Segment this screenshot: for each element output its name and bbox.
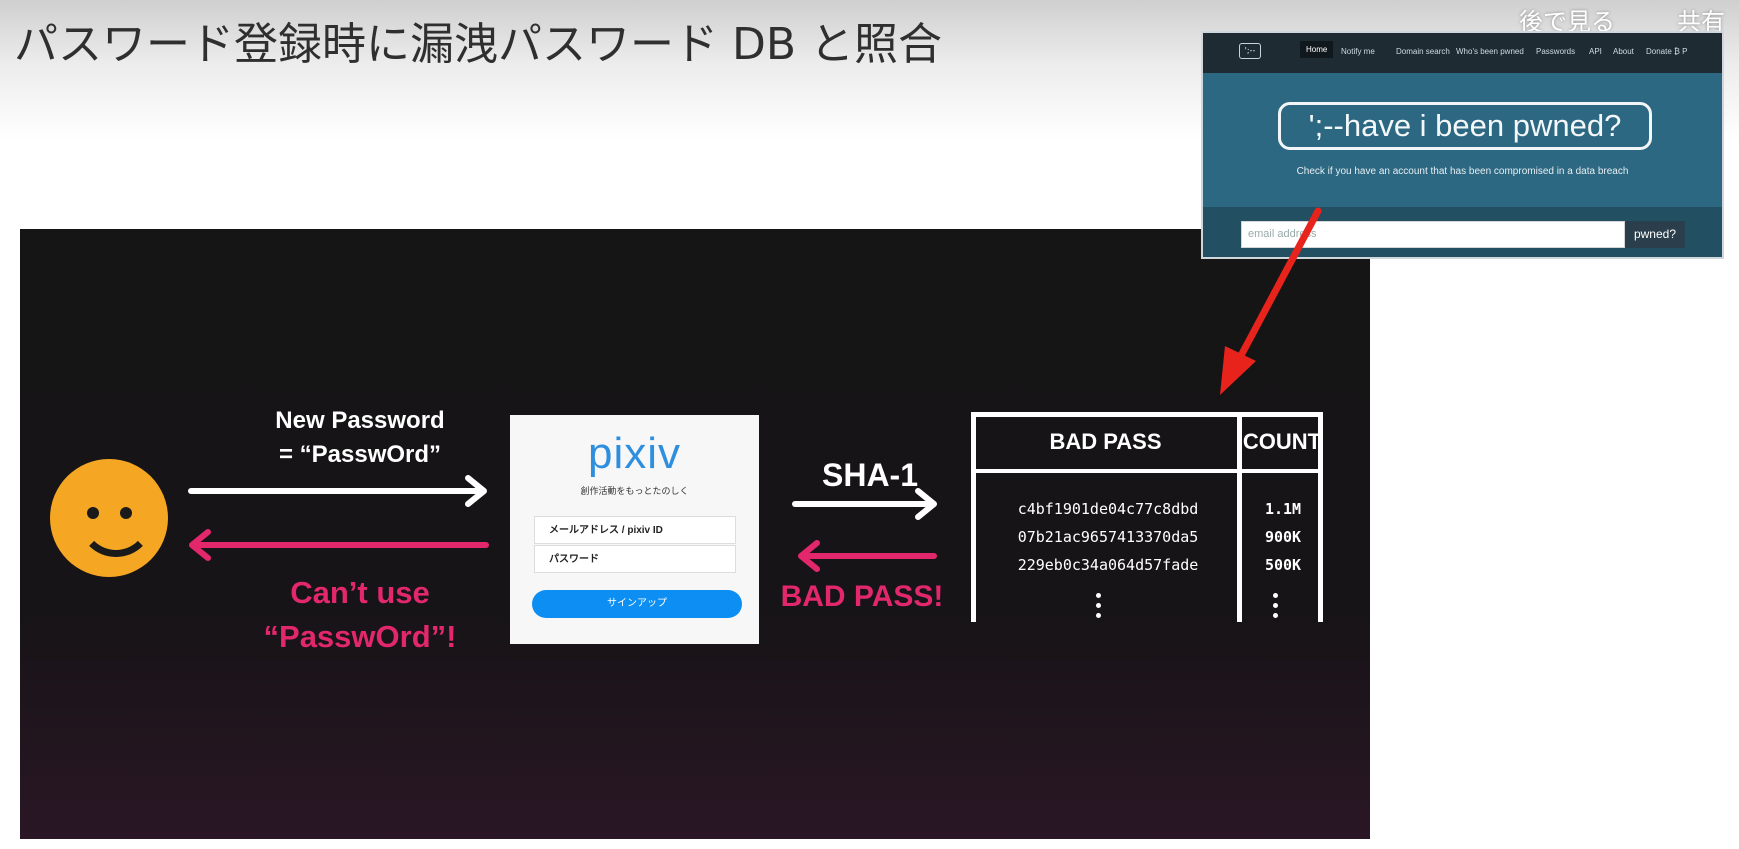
right-arrow-white <box>188 475 487 507</box>
cant-use-line2: “PasswOrd”! <box>263 619 457 654</box>
more-counts-ellipsis-icon <box>1273 593 1279 623</box>
signup-button[interactable]: サインアップ <box>532 590 742 618</box>
left-arrow-pink <box>189 529 489 561</box>
hibp-subtitle: Check if you have an account that has be… <box>1296 166 1629 177</box>
sha1-label: SHA-1 <box>821 457 918 493</box>
hibp-nav-domain-search[interactable]: Domain search <box>1396 47 1450 56</box>
hibp-logo-icon[interactable]: ';-- <box>1239 43 1261 59</box>
slide-title: パスワード登録時に漏洩パスワード DB と照合 <box>14 19 943 70</box>
table-row-hash: 229eb0c34a064d57fade <box>1017 556 1199 574</box>
hibp-nav-home[interactable]: Home <box>1300 41 1334 58</box>
hibp-pwned-button[interactable]: pwned? <box>1625 221 1685 248</box>
email-field[interactable]: メールアドレス / pixiv ID <box>534 516 736 544</box>
embedded-slide: New Password = “PasswOrd” Can’t use “Pas… <box>20 229 1370 839</box>
table-row-count: 1.1M <box>1264 500 1302 518</box>
table-header-count: COUNT <box>1242 429 1322 454</box>
sha1-arrow-white <box>792 488 937 520</box>
table-header-bad-pass: BAD PASS <box>1049 429 1162 454</box>
bad-pass-message: BAD PASS! <box>780 580 944 613</box>
hibp-nav-whos-been-pwned[interactable]: Who's been pwned <box>1456 47 1524 56</box>
hibp-screenshot-inset: ';-- Home Notify me Domain search Who's … <box>1201 31 1724 259</box>
pixiv-signup-card: pixiv 創作活動をもっとたのしく メールアドレス / pixiv ID パス… <box>510 415 759 644</box>
password-field[interactable]: パスワード <box>534 545 736 573</box>
hibp-email-input[interactable]: email address <box>1241 221 1625 248</box>
hibp-navbar: ';-- Home Notify me Domain search Who's … <box>1203 33 1722 73</box>
table-row-hash: 07b21ac9657413370da5 <box>1017 528 1199 546</box>
cant-use-label: Can’t use “PasswOrd”! <box>210 571 510 659</box>
more-rows-ellipsis-icon <box>1096 593 1102 623</box>
table-header-divider <box>971 469 1323 473</box>
cant-use-line1: Can’t use <box>290 575 430 610</box>
table-row-hash: c4bf1901de04c77c8dbd <box>1017 500 1199 518</box>
hibp-title: ';--have i been pwned? <box>1278 102 1652 150</box>
hibp-nav-about[interactable]: About <box>1613 47 1634 56</box>
hibp-nav-donate[interactable]: Donate ₿ P <box>1646 47 1688 56</box>
bad-pass-arrow-pink <box>798 540 937 572</box>
pixiv-tagline: 創作活動をもっとたのしく <box>580 487 689 497</box>
table-row-count: 500K <box>1264 556 1302 574</box>
hibp-nav-api[interactable]: API <box>1589 47 1602 56</box>
table-row-count: 900K <box>1264 528 1302 546</box>
hibp-nav-notify[interactable]: Notify me <box>1341 47 1375 56</box>
pixiv-logo: pixiv <box>587 429 682 478</box>
hibp-nav-passwords[interactable]: Passwords <box>1536 47 1575 56</box>
